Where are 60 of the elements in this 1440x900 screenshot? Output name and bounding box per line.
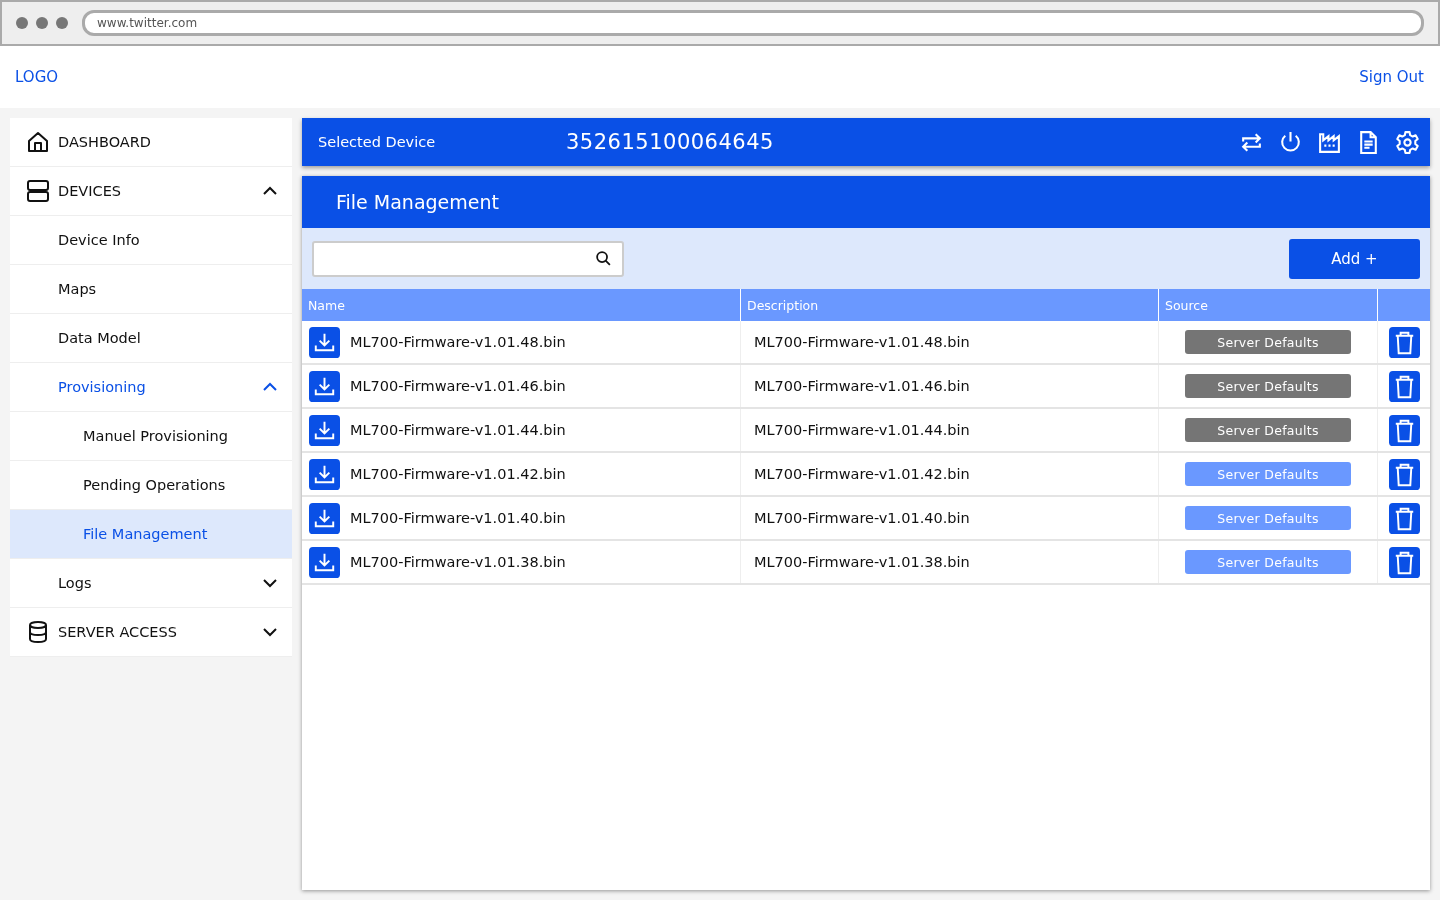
download-button[interactable]	[309, 546, 340, 578]
file-description: ML700-Firmware-v1.01.42.bin	[754, 466, 970, 482]
device-id: 352615100064645	[566, 130, 775, 154]
sidebar-item[interactable]: Device Info	[10, 216, 292, 265]
search-icon[interactable]	[595, 250, 612, 267]
window-dot-icon[interactable]	[56, 17, 68, 29]
column-header: Source	[1159, 289, 1378, 321]
source-tag: Server Defaults	[1185, 330, 1351, 354]
delete-button[interactable]	[1388, 546, 1420, 578]
add-button[interactable]: Add +	[1289, 238, 1420, 279]
sidebar-item[interactable]: Maps	[10, 265, 292, 314]
sidebar-item[interactable]: Provisioning	[10, 363, 292, 412]
database-icon	[26, 620, 50, 644]
sidebar-item[interactable]: Data Model	[10, 314, 292, 363]
download-button[interactable]	[309, 326, 340, 358]
home-icon	[26, 130, 50, 154]
download-button[interactable]	[309, 458, 340, 490]
file-name: ML700-Firmware-v1.01.48.bin	[350, 334, 566, 350]
file-description: ML700-Firmware-v1.01.38.bin	[754, 554, 970, 570]
device-label: Selected Device	[318, 134, 437, 150]
address-bar[interactable]: www.twitter.com	[82, 10, 1424, 36]
file-name: ML700-Firmware-v1.01.44.bin	[350, 422, 566, 438]
sidebar-item[interactable]: SERVER ACCESS	[10, 608, 292, 657]
sidebar-item[interactable]: DASHBOARD	[10, 118, 292, 167]
file-description: ML700-Firmware-v1.01.44.bin	[754, 422, 970, 438]
download-button[interactable]	[309, 370, 340, 402]
settings-icon[interactable]	[1395, 129, 1420, 155]
source-tag: Server Defaults	[1185, 374, 1351, 398]
power-icon[interactable]	[1278, 129, 1303, 155]
download-button[interactable]	[309, 502, 340, 534]
file-description: ML700-Firmware-v1.01.40.bin	[754, 510, 970, 526]
delete-button[interactable]	[1388, 458, 1420, 490]
sidebar-item[interactable]: DEVICES	[10, 167, 292, 216]
panel-title: File Management	[302, 176, 1430, 228]
sign-out-link[interactable]: Sign Out	[1359, 68, 1424, 86]
source-tag: Server Defaults	[1185, 506, 1351, 530]
file-name: ML700-Firmware-v1.01.42.bin	[350, 466, 566, 482]
server-icon	[26, 179, 50, 203]
delete-button[interactable]	[1388, 414, 1420, 446]
delete-button[interactable]	[1388, 326, 1420, 358]
column-header: Description	[741, 289, 1159, 321]
column-header: Name	[302, 289, 741, 321]
file-description: ML700-Firmware-v1.01.48.bin	[754, 334, 970, 350]
source-tag: Server Defaults	[1185, 550, 1351, 574]
file-name: ML700-Firmware-v1.01.38.bin	[350, 554, 566, 570]
sidebar-item[interactable]: Manuel Provisioning	[10, 412, 292, 461]
sidebar-item[interactable]: Logs	[10, 559, 292, 608]
file-name: ML700-Firmware-v1.01.46.bin	[350, 378, 566, 394]
delete-button[interactable]	[1388, 502, 1420, 534]
window-dot-icon[interactable]	[16, 17, 28, 29]
search-field[interactable]	[312, 240, 624, 277]
logo-link[interactable]: LOGO	[15, 68, 59, 86]
file-description: ML700-Firmware-v1.01.46.bin	[754, 378, 970, 394]
window-dot-icon[interactable]	[36, 17, 48, 29]
sidebar-item[interactable]: File Management	[10, 510, 292, 559]
delete-button[interactable]	[1388, 370, 1420, 402]
file-name: ML700-Firmware-v1.01.40.bin	[350, 510, 566, 526]
source-tag: Server Defaults	[1185, 418, 1351, 442]
download-button[interactable]	[309, 414, 340, 446]
source-tag: Server Defaults	[1185, 462, 1351, 486]
